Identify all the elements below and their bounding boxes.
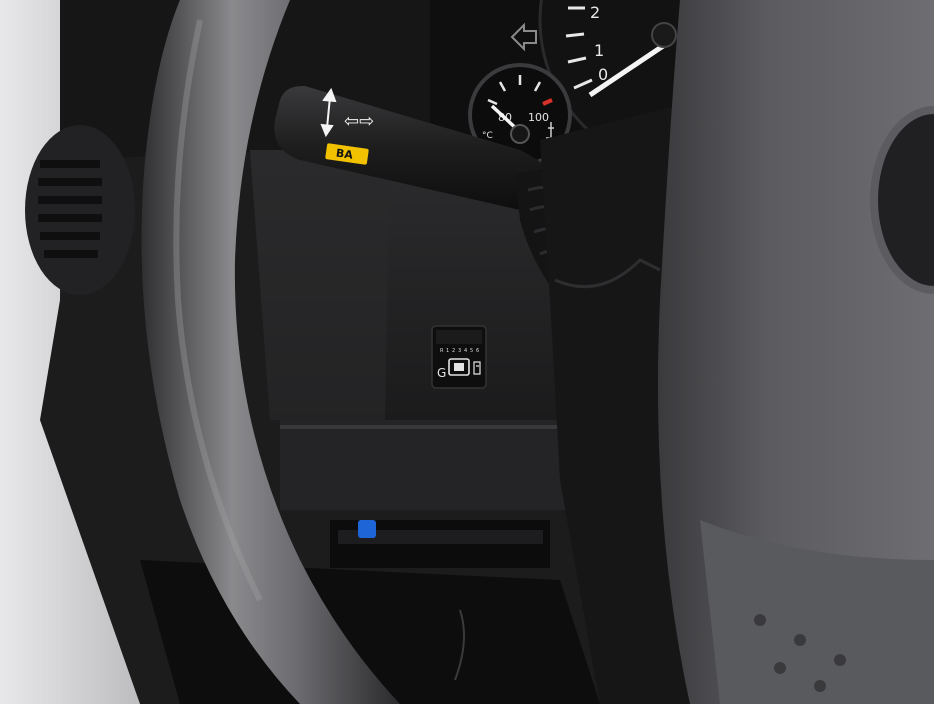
svg-text:R: R xyxy=(440,348,444,354)
temp-needle-hub xyxy=(510,124,530,144)
scene-svg: 2 1 0 40 2 80 100 °C xyxy=(0,0,934,704)
car-interior-photo: 2 1 0 40 2 80 100 °C xyxy=(0,0,934,704)
temp-label-100: 100 xyxy=(528,111,549,124)
lower-trim xyxy=(280,420,570,510)
tach-label-2: 2 xyxy=(590,3,600,22)
tach-label-1: 1 xyxy=(594,41,604,60)
svg-text:6: 6 xyxy=(476,348,479,354)
svg-text:1: 1 xyxy=(446,348,449,354)
ba-badge-label: BA xyxy=(335,147,354,162)
tach-hub xyxy=(651,22,677,48)
svg-text:4: 4 xyxy=(464,348,467,354)
svg-text:3: 3 xyxy=(458,348,461,354)
left-right-arrows: ⇦⇨ xyxy=(344,111,374,132)
blue-connector xyxy=(358,520,376,538)
svg-text:5: 5 xyxy=(470,348,473,354)
svg-text:2: 2 xyxy=(452,348,455,354)
lpg-switch-g-label: G xyxy=(437,366,446,380)
air-vent xyxy=(25,125,135,295)
